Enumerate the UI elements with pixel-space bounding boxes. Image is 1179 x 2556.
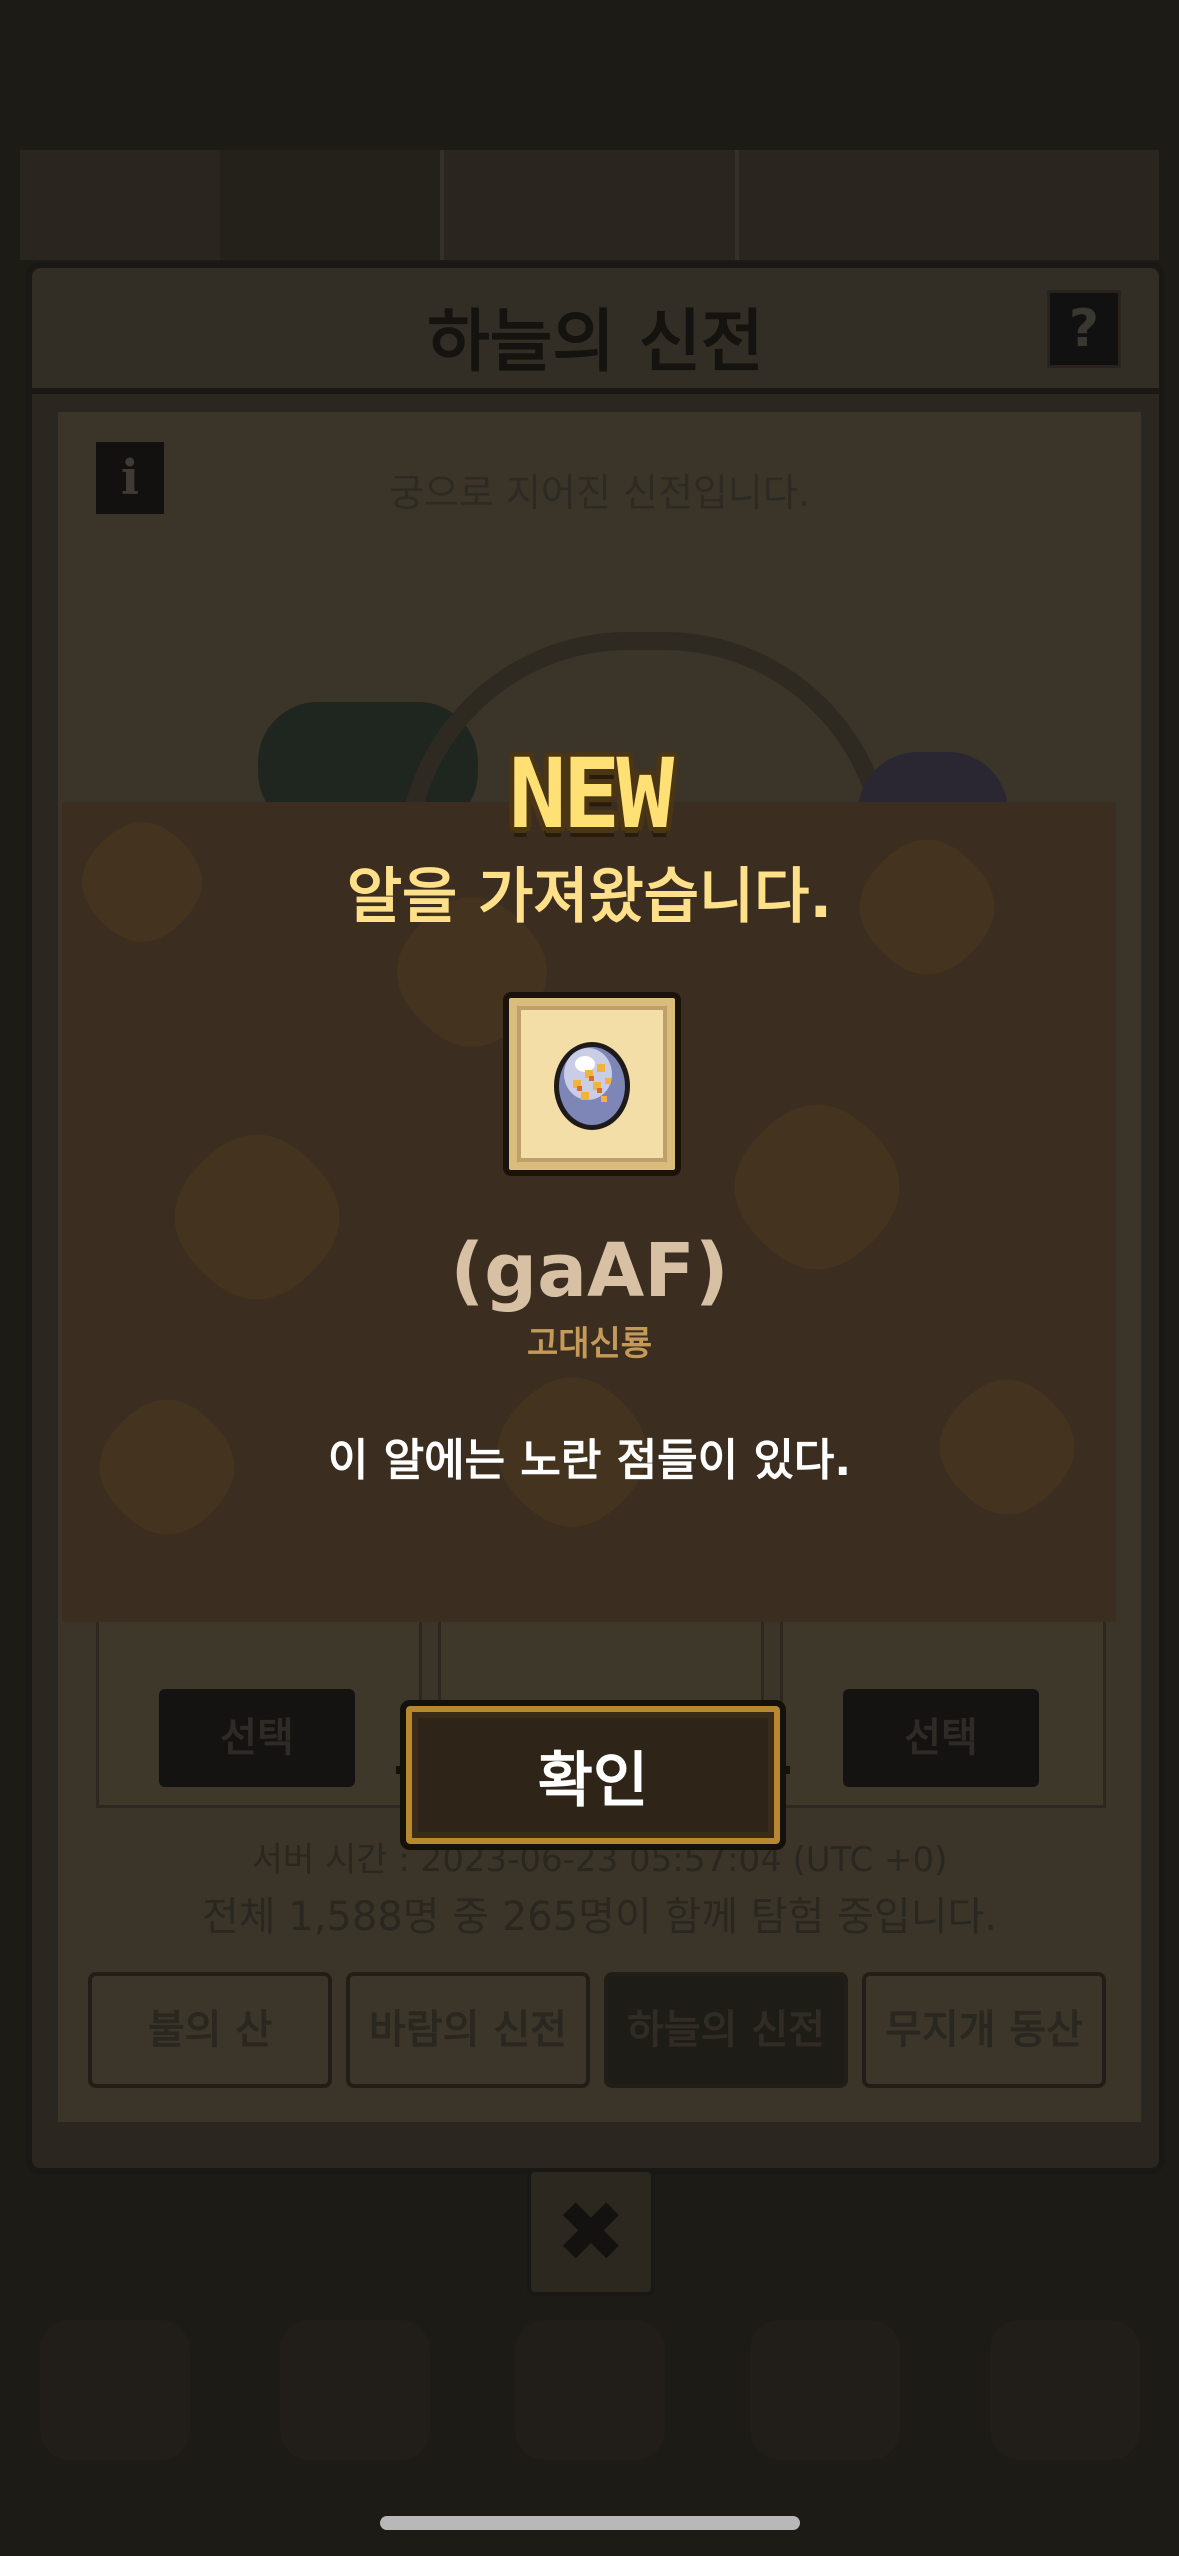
nav-item[interactable] bbox=[750, 2320, 900, 2460]
resource-slot bbox=[735, 150, 1159, 260]
help-button[interactable]: ? bbox=[1047, 290, 1121, 368]
select-button[interactable]: 선택 bbox=[159, 1689, 355, 1787]
tab-fire-mountain[interactable]: 불의 산 bbox=[88, 1972, 332, 2088]
bottom-navigation bbox=[0, 2300, 1179, 2470]
tab-rainbow-hill[interactable]: 무지개 동산 bbox=[862, 1972, 1106, 2088]
temple-description: 궁으로 지어진 신전입니다. bbox=[389, 471, 810, 515]
resource-slot bbox=[440, 150, 744, 260]
resource-slot bbox=[20, 150, 220, 260]
slot-card: 선택 bbox=[96, 1602, 422, 1808]
top-resource-bar bbox=[20, 150, 1159, 260]
egg-item-card bbox=[503, 992, 681, 1176]
close-icon: ✖ bbox=[555, 2183, 627, 2281]
player-count: 전체 1,588명 중 265명이 함께 탐험 중입니다. bbox=[201, 1894, 998, 1940]
new-badge: NEW bbox=[508, 738, 674, 850]
tab-sky-temple[interactable]: 하늘의 신전 bbox=[604, 1972, 848, 2088]
button-corner bbox=[782, 1766, 790, 1774]
item-type: 고대신룡 bbox=[526, 1324, 653, 1364]
confirm-button[interactable]: 확인 bbox=[396, 1700, 790, 1850]
select-button[interactable]: 선택 bbox=[843, 1689, 1039, 1787]
home-indicator[interactable] bbox=[380, 2516, 800, 2530]
item-description: 이 알에는 노란 점들이 있다. bbox=[327, 1435, 852, 1486]
egg-icon bbox=[554, 1042, 630, 1130]
panel-title: 하늘의 신전 bbox=[427, 303, 764, 382]
nav-item[interactable] bbox=[280, 2320, 430, 2460]
close-button[interactable]: ✖ bbox=[527, 2168, 655, 2296]
item-name: (gaAF) bbox=[450, 1228, 729, 1314]
tab-wind-temple[interactable]: 바람의 신전 bbox=[346, 1972, 590, 2088]
modal-title: 알을 가져왔습니다. bbox=[346, 862, 833, 932]
nav-item[interactable] bbox=[515, 2320, 665, 2460]
nav-item[interactable] bbox=[40, 2320, 190, 2460]
button-corner bbox=[396, 1766, 404, 1774]
slot-card: 선택 bbox=[780, 1602, 1106, 1808]
confirm-button-label: 확인 bbox=[537, 1746, 649, 1816]
temple-tabs: 불의 산 바람의 신전 하늘의 신전 무지개 동산 bbox=[88, 1972, 1118, 2092]
panel-header: 하늘의 신전 ? bbox=[32, 268, 1159, 394]
nav-item[interactable] bbox=[990, 2320, 1140, 2460]
